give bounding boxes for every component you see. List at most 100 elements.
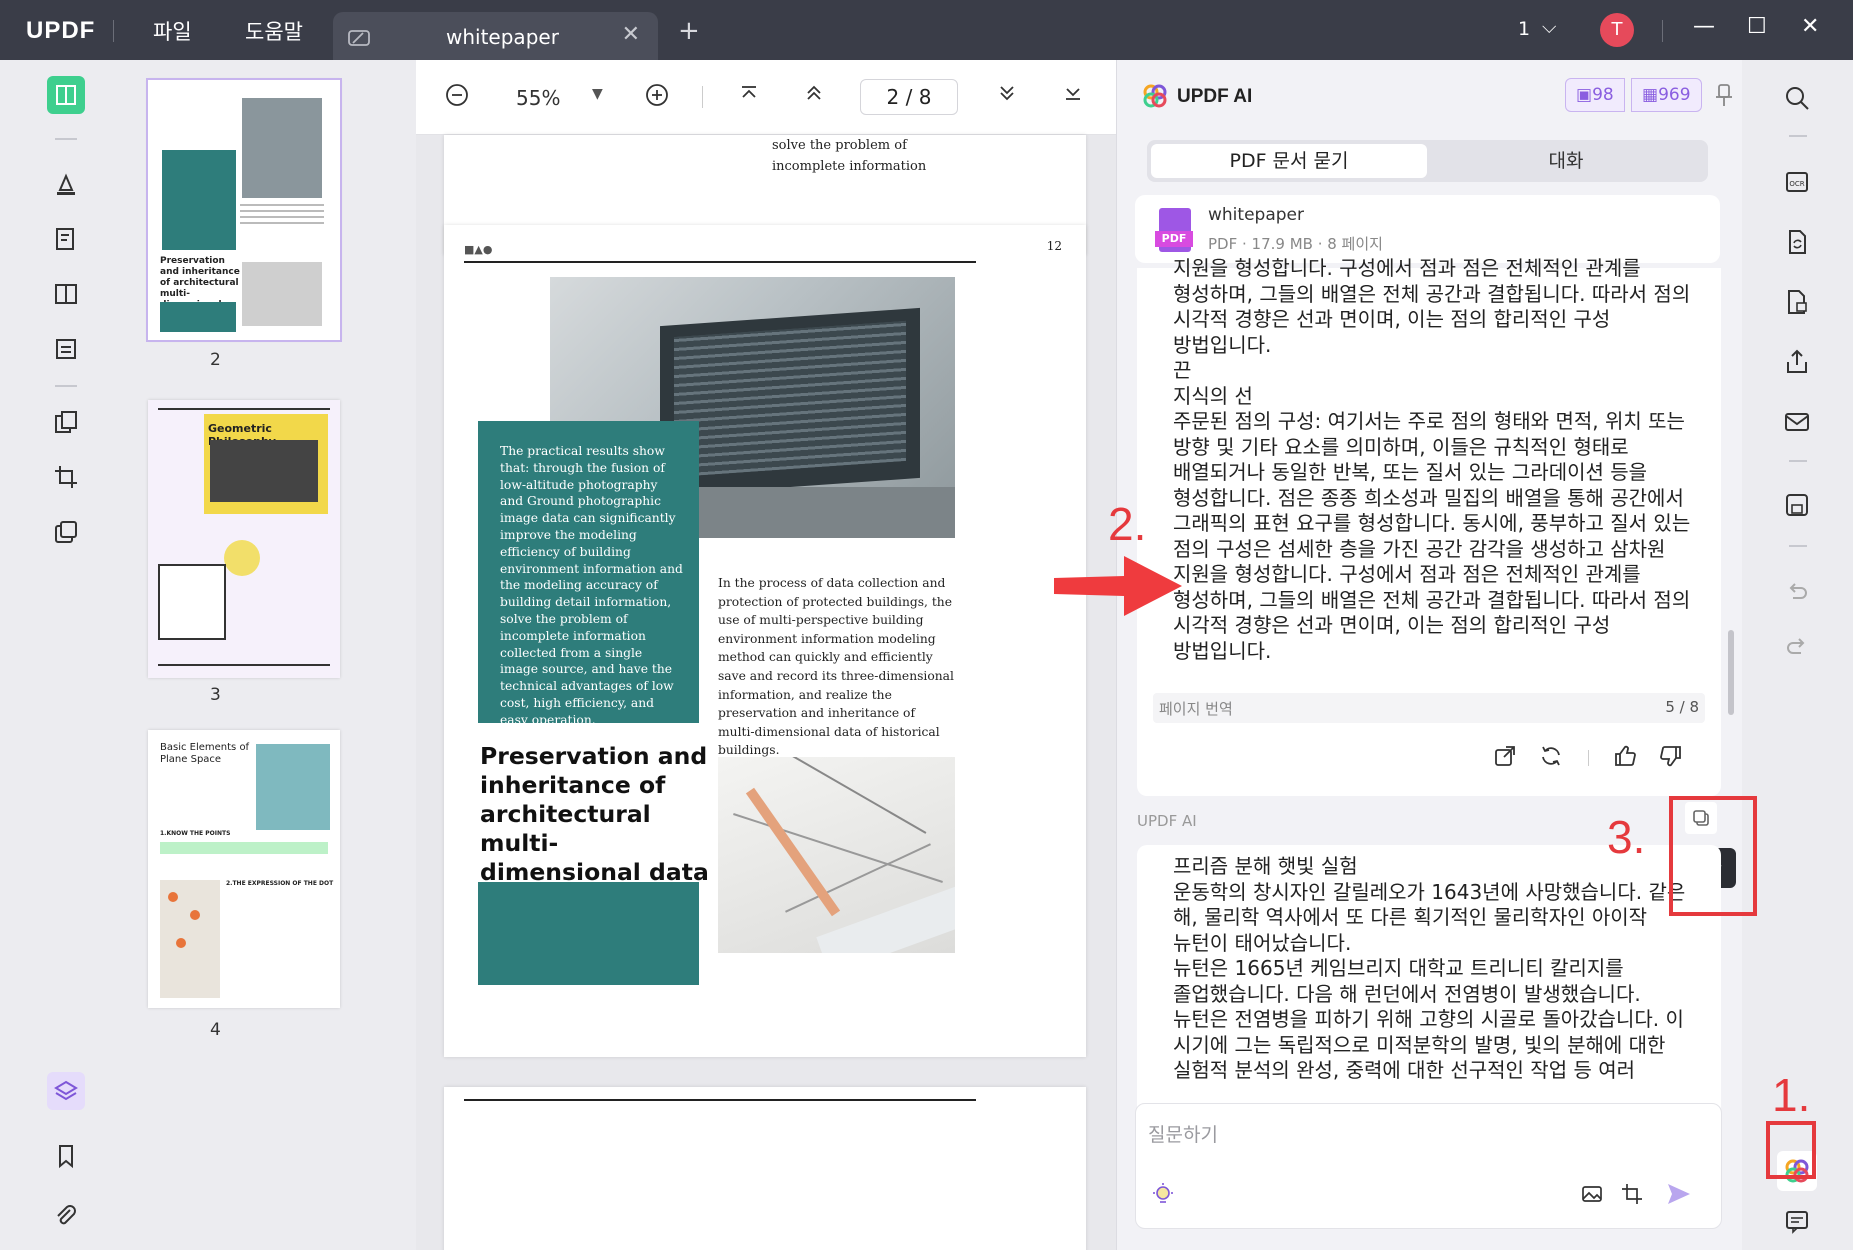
window-count[interactable]: 1 — [1518, 18, 1530, 40]
translate-page-indicator: 5 / 8 — [1665, 698, 1699, 716]
crop-button[interactable] — [47, 458, 85, 496]
divider — [55, 385, 77, 387]
answer-line: 점의 구성은 섬세한 층을 가진 공간 감각을 생성하고 삼차원 — [1173, 536, 1666, 561]
form-tool-button[interactable] — [47, 330, 85, 368]
save-icon — [1786, 494, 1808, 516]
redo-button[interactable] — [1777, 625, 1817, 665]
prompt-ideas-button[interactable] — [1150, 1182, 1176, 1212]
minimize-button[interactable]: — — [1693, 14, 1715, 39]
image-upload-button[interactable] — [1580, 1182, 1604, 1210]
save-button[interactable] — [1777, 485, 1817, 525]
divider — [113, 20, 114, 42]
pdf-file-icon: PDF — [1155, 208, 1193, 252]
convert-button[interactable] — [1777, 222, 1817, 262]
annotation-highlight-copy — [1669, 796, 1757, 916]
plus-circle-icon — [646, 84, 668, 106]
reader-mode-button[interactable] — [47, 76, 85, 114]
document-view[interactable]: 55% ▼ 2 / 8 solve the problem of incompl… — [416, 60, 1116, 1250]
zoom-level[interactable]: 55% — [516, 86, 560, 110]
comment-tool-button[interactable] — [47, 165, 85, 203]
avatar[interactable]: T — [1600, 13, 1634, 47]
screenshot-button[interactable] — [1620, 1182, 1644, 1210]
translate-bar: 페이지 번역 5 / 8 — [1153, 693, 1705, 723]
tools-button[interactable] — [47, 513, 85, 551]
left-tool-rail — [0, 60, 132, 1250]
book-icon — [56, 85, 76, 105]
answer-line: 방법입니다. — [1173, 638, 1272, 663]
page-thumbnail-4[interactable]: Basic Elements of Plane Space 1.KNOW THE… — [148, 730, 340, 1008]
page-number-input[interactable]: 2 / 8 — [860, 79, 958, 115]
search-button[interactable] — [1777, 78, 1817, 118]
edit-icon — [347, 26, 370, 48]
translate-label: 페이지 번역 — [1159, 700, 1233, 718]
answer-line: 방향 및 기타 요소를 의미하며, 이들은 규칙적인 형태로 — [1173, 434, 1629, 459]
file-card: PDF whitepaper PDF · 17.9 MB · 8 페이지 — [1135, 195, 1720, 263]
stack-icon — [54, 1080, 78, 1101]
zoom-out-button[interactable] — [444, 82, 470, 114]
thumbnail-page-number: 2 — [210, 350, 221, 370]
next-page-button[interactable] — [996, 82, 1018, 110]
scrollbar-thumb[interactable] — [1728, 630, 1734, 715]
email-button[interactable] — [1777, 402, 1817, 442]
page-view-button[interactable] — [47, 275, 85, 313]
page-decor-icon: ■▲● — [464, 243, 493, 256]
last-page-button[interactable] — [1062, 82, 1084, 110]
minus-circle-icon — [446, 84, 468, 106]
regenerate-icon[interactable] — [1539, 744, 1563, 774]
tab-chat[interactable]: 대화 — [1428, 144, 1704, 178]
thumbnail-page-number: 3 — [210, 685, 221, 705]
zoom-dropdown-icon[interactable]: ▼ — [592, 86, 603, 102]
updf-logo[interactable]: UPDF — [26, 17, 95, 45]
pin-icon[interactable] — [1713, 82, 1735, 112]
maximize-button[interactable]: ☐ — [1747, 14, 1767, 39]
thumbs-up-icon[interactable] — [1613, 744, 1637, 774]
answer-line: 지원을 형성합니다. 구성에서 점과 점은 전체적인 관계를 — [1173, 562, 1641, 586]
credits-badge[interactable]: ▣98 — [1565, 78, 1625, 112]
chevron-down-icon[interactable]: ⌵ — [1542, 16, 1556, 38]
page-thumbnail-3[interactable]: Geometric Philosophy — [148, 400, 340, 678]
layers-button[interactable] — [47, 1072, 85, 1110]
thumbs-down-icon[interactable] — [1659, 744, 1683, 774]
share-button[interactable] — [1777, 342, 1817, 382]
page-thumbnail-2[interactable]: Preservation and inheritance of architec… — [146, 78, 342, 342]
document-tab[interactable]: whitepaper ✕ — [333, 12, 658, 60]
edit-doc-icon — [56, 228, 74, 250]
undo-button[interactable] — [1777, 570, 1817, 610]
divider — [1789, 545, 1807, 547]
file-meta: PDF · 17.9 MB · 8 페이지 — [1208, 235, 1383, 253]
close-window-button[interactable]: ✕ — [1801, 14, 1819, 39]
share-icon — [1787, 349, 1807, 373]
question-input-placeholder: 질문하기 — [1148, 1124, 1218, 1146]
menu-file[interactable]: 파일 — [153, 16, 192, 46]
previous-page-button[interactable] — [803, 82, 825, 110]
page-2: ■▲● 12 The practical results show that: … — [444, 225, 1086, 1057]
reply-line: 해, 물리학 역사에서 또 다른 획기적인 물리학자인 아이작 — [1173, 905, 1648, 929]
zoom-in-button[interactable] — [644, 82, 670, 114]
edit-pdf-button[interactable] — [47, 220, 85, 258]
redo-icon — [1787, 638, 1805, 654]
first-page-icon — [742, 86, 756, 98]
divider — [1789, 460, 1807, 462]
question-input-box[interactable]: 질문하기 — [1135, 1103, 1722, 1229]
add-tab-button[interactable]: + — [678, 16, 700, 46]
protect-button[interactable] — [1777, 282, 1817, 322]
organize-pages-button[interactable] — [47, 403, 85, 441]
thumbnail-photo — [160, 880, 220, 998]
open-external-icon[interactable] — [1493, 744, 1517, 774]
body-paragraph: In the process of data collection and pr… — [718, 576, 954, 758]
messages-badge[interactable]: ▦969 — [1631, 78, 1702, 112]
thumbnail-teal-block — [162, 150, 236, 250]
send-button[interactable] — [1666, 1182, 1692, 1210]
attachment-button[interactable] — [47, 1197, 85, 1235]
comments-button[interactable] — [1777, 1201, 1817, 1241]
menu-help[interactable]: 도움말 — [245, 16, 303, 46]
thumbnail-circle — [224, 540, 260, 576]
page-heading: Preservation and inheritance of architec… — [480, 742, 709, 886]
first-page-button[interactable] — [738, 82, 760, 110]
tab-pdf-ask[interactable]: PDF 문서 묻기 — [1151, 144, 1427, 178]
bookmark-button[interactable] — [47, 1137, 85, 1175]
divider — [464, 1099, 976, 1101]
thumbnail-photo — [210, 440, 318, 502]
ocr-button[interactable]: OCR — [1777, 162, 1817, 202]
close-tab-button[interactable]: ✕ — [622, 22, 640, 47]
